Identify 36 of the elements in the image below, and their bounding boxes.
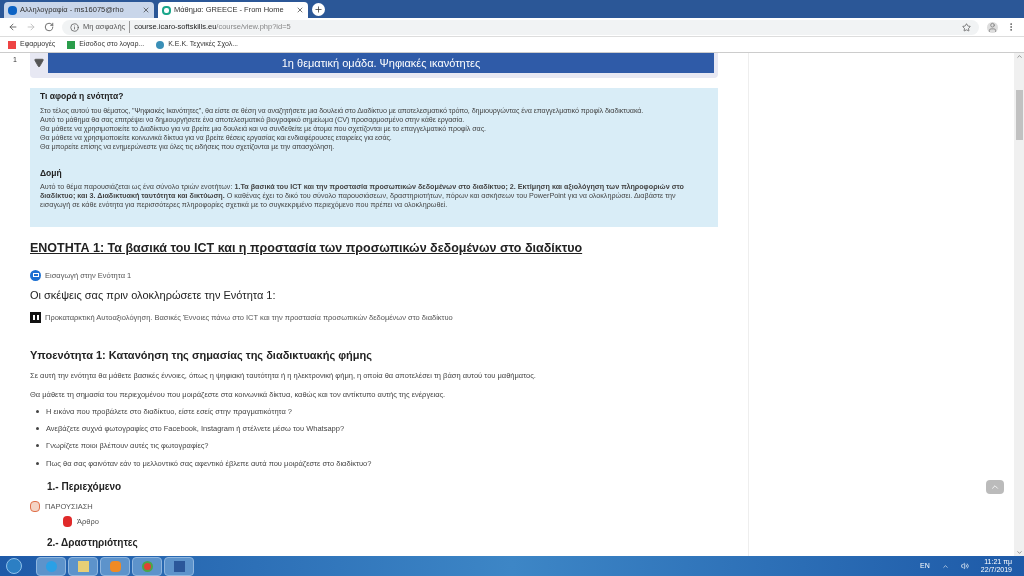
presentation-file-icon xyxy=(30,500,40,512)
scroll-thumb[interactable] xyxy=(1015,89,1023,140)
chevron-up-icon xyxy=(990,482,1000,492)
unit-heading: ΕΝΟΤΗΤΑ 1: Τα βασικά του ICT και η προστασία των προσωπικών δεδομένων στο διαδίκτυο xyxy=(30,240,584,257)
page-icon xyxy=(30,269,41,281)
tab-favicon-icon xyxy=(8,5,17,15)
section-title: 1η θεματική ομάδα. Ψηφιακές ικανότητες xyxy=(48,53,714,73)
scroll-down-icon[interactable] xyxy=(1015,549,1023,556)
bookmark-star-icon[interactable] xyxy=(962,22,971,32)
back-icon[interactable] xyxy=(8,22,18,32)
bullet-icon xyxy=(36,444,39,448)
tray-expand-icon[interactable] xyxy=(941,562,949,570)
subunit-heading: Υποενότητα 1: Κατανόηση της σημασίας της διαδικτυακής φήμης xyxy=(30,347,373,363)
expanded-triangle-icon[interactable] xyxy=(34,58,44,68)
folder-icon[interactable] xyxy=(68,556,98,576)
activities-heading: 2.- Δραστηριότητες xyxy=(46,536,139,551)
volume-icon[interactable] xyxy=(960,562,969,570)
profile-icon[interactable] xyxy=(987,21,998,33)
structure-heading: Δομή xyxy=(40,169,63,178)
thoughts-heading: Οι σκέψεις σας πριν ολοκληρώσετε την Ενότητα 1: xyxy=(30,288,277,303)
close-icon[interactable] xyxy=(142,6,150,14)
new-tab-button[interactable] xyxy=(312,2,325,16)
content-heading: 1.- Περιεχόμενο xyxy=(46,479,123,494)
bullet-icon xyxy=(36,427,39,431)
plus-icon xyxy=(314,4,323,14)
quiz-logo-icon xyxy=(30,311,41,323)
tab-favicon-icon xyxy=(162,5,171,15)
bullet-icon xyxy=(36,461,39,465)
close-icon[interactable] xyxy=(296,6,304,14)
scroll-up-icon[interactable] xyxy=(1015,53,1023,60)
reload-icon[interactable] xyxy=(44,22,54,32)
start-button[interactable] xyxy=(6,558,22,574)
bullet-icon xyxy=(36,409,39,413)
summary-heading: Τι αφορά η ενότητα? xyxy=(40,92,125,101)
info-icon xyxy=(70,22,79,32)
pdf-file-icon xyxy=(63,516,72,528)
